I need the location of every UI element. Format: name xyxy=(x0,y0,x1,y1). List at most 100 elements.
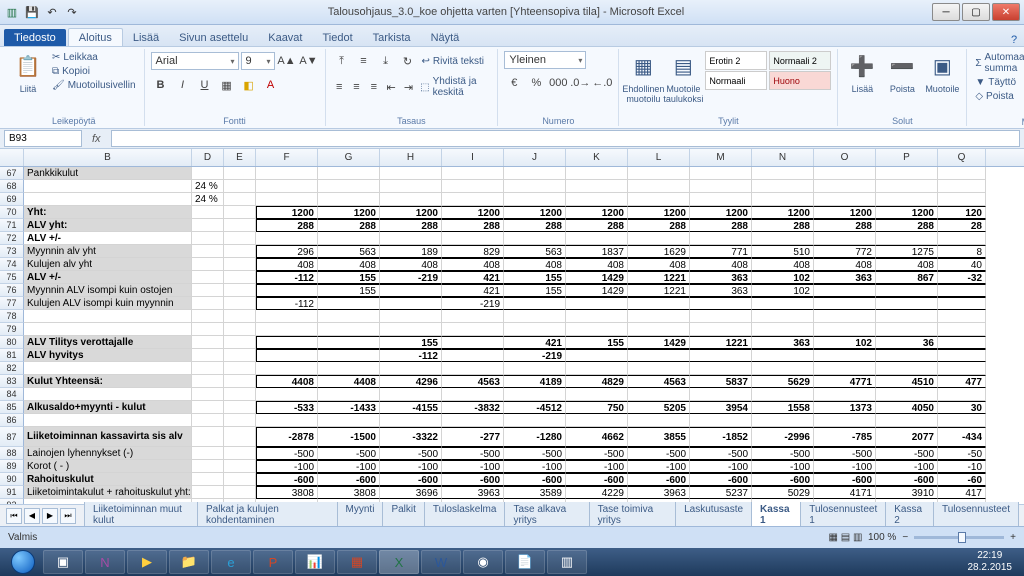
cell-N67[interactable] xyxy=(752,167,814,180)
cell-J89[interactable]: -100 xyxy=(504,460,566,473)
cell-H89[interactable]: -100 xyxy=(380,460,442,473)
cell-D72[interactable] xyxy=(192,232,224,245)
indent-inc-icon[interactable]: ⇥ xyxy=(401,77,416,97)
cell-I73[interactable]: 829 xyxy=(442,245,504,258)
maximize-button[interactable]: ▢ xyxy=(962,3,990,21)
cell-L81[interactable] xyxy=(628,349,690,362)
cell-B84[interactable] xyxy=(24,388,192,401)
cell-M74[interactable]: 408 xyxy=(690,258,752,271)
cell-F71[interactable]: 288 xyxy=(256,219,318,232)
cell-G89[interactable]: -100 xyxy=(318,460,380,473)
col-header-I[interactable]: I xyxy=(442,149,504,166)
cell-B90[interactable]: Rahoituskulut xyxy=(24,473,192,486)
cell-H86[interactable] xyxy=(380,414,442,427)
cell-E71[interactable] xyxy=(224,219,256,232)
cell-O82[interactable] xyxy=(814,362,876,375)
start-button[interactable] xyxy=(4,548,42,576)
cell-O89[interactable]: -100 xyxy=(814,460,876,473)
cell-L75[interactable]: 1221 xyxy=(628,271,690,284)
cell-G70[interactable]: 1200 xyxy=(318,206,380,219)
cell-G90[interactable]: -600 xyxy=(318,473,380,486)
cell-Q81[interactable] xyxy=(938,349,986,362)
cell-J69[interactable] xyxy=(504,193,566,206)
cell-D83[interactable] xyxy=(192,375,224,388)
fill-color-button[interactable]: ◧ xyxy=(239,75,259,95)
cell-N75[interactable]: 102 xyxy=(752,271,814,284)
cell-F76[interactable] xyxy=(256,284,318,297)
cell-H76[interactable] xyxy=(380,284,442,297)
cell-I68[interactable] xyxy=(442,180,504,193)
cell-N79[interactable] xyxy=(752,323,814,336)
cell-E67[interactable] xyxy=(224,167,256,180)
cell-L69[interactable] xyxy=(628,193,690,206)
cell-H90[interactable]: -600 xyxy=(380,473,442,486)
cell-D86[interactable] xyxy=(192,414,224,427)
cell-E79[interactable] xyxy=(224,323,256,336)
cell-L77[interactable] xyxy=(628,297,690,310)
cell-N80[interactable]: 363 xyxy=(752,336,814,349)
cell-D91[interactable] xyxy=(192,486,224,499)
cell-N82[interactable] xyxy=(752,362,814,375)
taskbar-chrome[interactable]: ◉ xyxy=(463,550,503,574)
cell-I85[interactable]: -3832 xyxy=(442,401,504,414)
col-header-H[interactable]: H xyxy=(380,149,442,166)
cell-F83[interactable]: 4408 xyxy=(256,375,318,388)
taskbar-app[interactable]: ▥ xyxy=(547,550,587,574)
cell-K84[interactable] xyxy=(566,388,628,401)
cell-Q71[interactable]: 28 xyxy=(938,219,986,232)
cell-P77[interactable] xyxy=(876,297,938,310)
col-header-M[interactable]: M xyxy=(690,149,752,166)
cell-H68[interactable] xyxy=(380,180,442,193)
cell-L89[interactable]: -100 xyxy=(628,460,690,473)
sheet-tab[interactable]: Tase alkava yritys xyxy=(504,502,589,529)
cell-O69[interactable] xyxy=(814,193,876,206)
cell-N72[interactable] xyxy=(752,232,814,245)
cell-D77[interactable] xyxy=(192,297,224,310)
cell-G87[interactable]: -1500 xyxy=(318,427,380,447)
delete-cells-button[interactable]: ➖Poista xyxy=(884,51,920,95)
dec-decimal-icon[interactable]: ←.0 xyxy=(592,73,612,93)
cell-H72[interactable] xyxy=(380,232,442,245)
cell-K87[interactable]: 4662 xyxy=(566,427,628,447)
style-normaali[interactable]: Normaali xyxy=(705,71,767,90)
cell-M79[interactable] xyxy=(690,323,752,336)
cell-P91[interactable]: 3910 xyxy=(876,486,938,499)
cell-F86[interactable] xyxy=(256,414,318,427)
cell-I90[interactable]: -600 xyxy=(442,473,504,486)
inc-decimal-icon[interactable]: .0→ xyxy=(570,73,590,93)
tab-review[interactable]: Tarkista xyxy=(363,29,421,46)
insert-cells-button[interactable]: ➕Lisää xyxy=(844,51,880,95)
style-huono[interactable]: Huono xyxy=(769,71,831,90)
tab-file[interactable]: Tiedosto xyxy=(4,29,66,46)
cell-J70[interactable]: 1200 xyxy=(504,206,566,219)
col-header-D[interactable]: D xyxy=(192,149,224,166)
cell-B77[interactable]: Kulujen ALV isompi kuin myynnin xyxy=(24,297,192,310)
row-header[interactable]: 75 xyxy=(0,271,24,284)
cell-D78[interactable] xyxy=(192,310,224,323)
cell-E76[interactable] xyxy=(224,284,256,297)
row-header[interactable]: 88 xyxy=(0,447,24,460)
cell-O77[interactable] xyxy=(814,297,876,310)
cell-P68[interactable] xyxy=(876,180,938,193)
cell-B80[interactable]: ALV Tilitys verottajalle xyxy=(24,336,192,349)
col-header-J[interactable]: J xyxy=(504,149,566,166)
cell-O91[interactable]: 4171 xyxy=(814,486,876,499)
col-header-G[interactable]: G xyxy=(318,149,380,166)
row-header[interactable]: 87 xyxy=(0,427,24,447)
cell-J74[interactable]: 408 xyxy=(504,258,566,271)
cell-F77[interactable]: -112 xyxy=(256,297,318,310)
view-pagebreak-icon[interactable]: ▥ xyxy=(853,532,862,543)
cell-D71[interactable] xyxy=(192,219,224,232)
cell-P85[interactable]: 4050 xyxy=(876,401,938,414)
cell-B88[interactable]: Lainojen lyhennykset (-) xyxy=(24,447,192,460)
cell-F79[interactable] xyxy=(256,323,318,336)
cell-M69[interactable] xyxy=(690,193,752,206)
cell-P84[interactable] xyxy=(876,388,938,401)
cell-O71[interactable]: 288 xyxy=(814,219,876,232)
format-painter-button[interactable]: 🖌Muotoilusivellin xyxy=(50,79,138,92)
cell-B72[interactable]: ALV +/- xyxy=(24,232,192,245)
taskbar-app[interactable]: 📊 xyxy=(295,550,335,574)
align-middle-icon[interactable]: ≡ xyxy=(354,51,374,71)
style-normaali2[interactable]: Normaali 2 xyxy=(769,51,831,70)
cell-H77[interactable] xyxy=(380,297,442,310)
